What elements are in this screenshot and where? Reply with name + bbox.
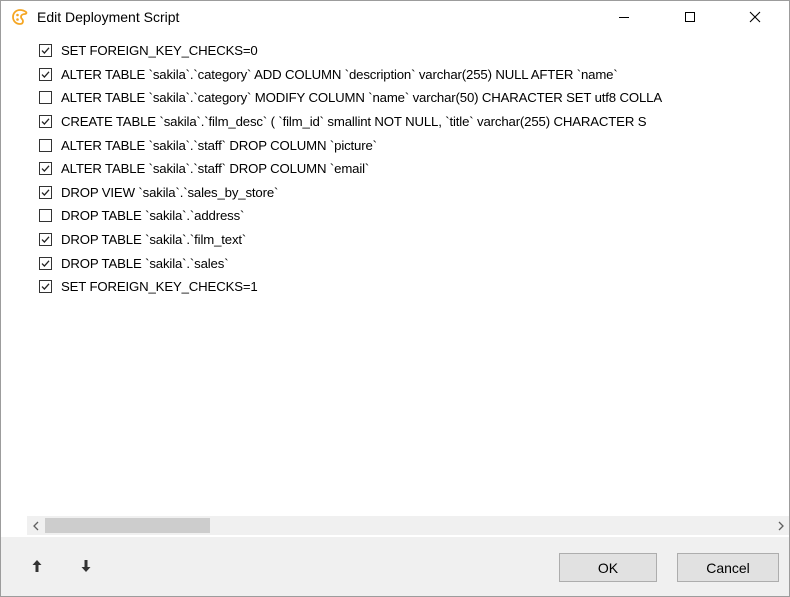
scroll-right-button[interactable] (772, 516, 789, 535)
statement-checkbox[interactable] (39, 209, 52, 223)
statement-text: DROP TABLE `sakila`.`address` (61, 208, 245, 224)
arrow-up-icon (32, 560, 42, 572)
statement-row[interactable]: CREATE TABLE `sakila`.`film_desc` ( `fil… (27, 110, 789, 134)
statement-checkbox[interactable] (39, 280, 52, 294)
statement-row[interactable]: ALTER TABLE `sakila`.`category` MODIFY C… (27, 86, 789, 110)
checkmark-icon (41, 47, 50, 55)
statement-text: SET FOREIGN_KEY_CHECKS=1 (61, 279, 258, 295)
minimize-button[interactable] (601, 1, 647, 32)
minimize-icon (619, 16, 629, 18)
statement-checkbox[interactable] (39, 233, 52, 247)
statement-text: ALTER TABLE `sakila`.`staff` DROP COLUMN… (61, 161, 370, 177)
checkmark-icon (41, 283, 50, 291)
checkmark-icon (41, 260, 50, 267)
chevron-right-icon (778, 521, 784, 530)
statement-text: DROP TABLE `sakila`.`film_text` (61, 232, 247, 248)
checkmark-icon (41, 71, 50, 78)
statement-text: DROP VIEW `sakila`.`sales_by_store` (61, 184, 279, 200)
statement-checkbox[interactable] (39, 185, 52, 199)
move-down-button[interactable] (76, 556, 96, 576)
statement-checkbox[interactable] (39, 67, 52, 81)
cancel-button[interactable]: Cancel (677, 553, 779, 582)
statement-row[interactable]: ALTER TABLE `sakila`.`category` ADD COLU… (27, 63, 789, 87)
dialog-footer: OK Cancel (1, 537, 789, 596)
statement-row[interactable]: DROP TABLE `sakila`.`sales` (27, 251, 789, 275)
chevron-left-icon (32, 521, 38, 530)
statement-checkbox[interactable] (39, 91, 52, 105)
statement-text: DROP TABLE `sakila`.`sales` (61, 255, 229, 271)
statement-row[interactable]: SET FOREIGN_KEY_CHECKS=0 (27, 39, 789, 63)
statement-checkbox[interactable] (39, 162, 52, 176)
maximize-button[interactable] (667, 1, 713, 32)
close-icon (749, 11, 761, 22)
statement-row[interactable]: DROP VIEW `sakila`.`sales_by_store` (27, 181, 789, 205)
statement-row[interactable]: DROP TABLE `sakila`.`address` (27, 204, 789, 228)
statement-row[interactable]: DROP TABLE `sakila`.`film_text` (27, 228, 789, 252)
statement-checkbox[interactable] (39, 138, 52, 152)
statement-checkbox[interactable] (39, 256, 52, 270)
checkmark-icon (41, 236, 50, 243)
statement-text: CREATE TABLE `sakila`.`film_desc` ( `fil… (61, 114, 647, 130)
close-button[interactable] (732, 1, 778, 32)
statement-checkbox[interactable] (39, 115, 52, 129)
statement-text: ALTER TABLE `sakila`.`category` MODIFY C… (61, 90, 663, 106)
checkmark-icon (41, 165, 50, 173)
statement-row[interactable]: ALTER TABLE `sakila`.`staff` DROP COLUMN… (27, 133, 789, 157)
statement-row[interactable]: ALTER TABLE `sakila`.`staff` DROP COLUMN… (27, 157, 789, 181)
window-title: Edit Deployment Script (37, 9, 180, 25)
deployment-script-dialog: Edit Deployment Script SET FOREIGN_KEY_C… (0, 0, 790, 597)
app-logo-icon (11, 8, 29, 26)
horizontal-scrollbar[interactable] (27, 516, 789, 535)
title-bar[interactable]: Edit Deployment Script (1, 1, 789, 32)
scroll-thumb[interactable] (45, 518, 210, 533)
maximize-icon (685, 11, 695, 22)
move-up-button[interactable] (27, 556, 47, 576)
statement-text: ALTER TABLE `sakila`.`category` ADD COLU… (61, 66, 618, 82)
statement-checkbox[interactable] (39, 44, 52, 58)
scroll-left-button[interactable] (27, 516, 44, 535)
statement-text: SET FOREIGN_KEY_CHECKS=0 (61, 43, 258, 59)
statement-list[interactable]: SET FOREIGN_KEY_CHECKS=0 ALTER TABLE `sak… (27, 39, 789, 515)
checkmark-icon (41, 118, 50, 126)
arrow-down-icon (81, 560, 91, 572)
ok-button[interactable]: OK (559, 553, 657, 582)
statement-text: ALTER TABLE `sakila`.`staff` DROP COLUMN… (61, 137, 377, 153)
checkmark-icon (41, 189, 50, 196)
statement-row[interactable]: SET FOREIGN_KEY_CHECKS=1 (27, 275, 789, 299)
